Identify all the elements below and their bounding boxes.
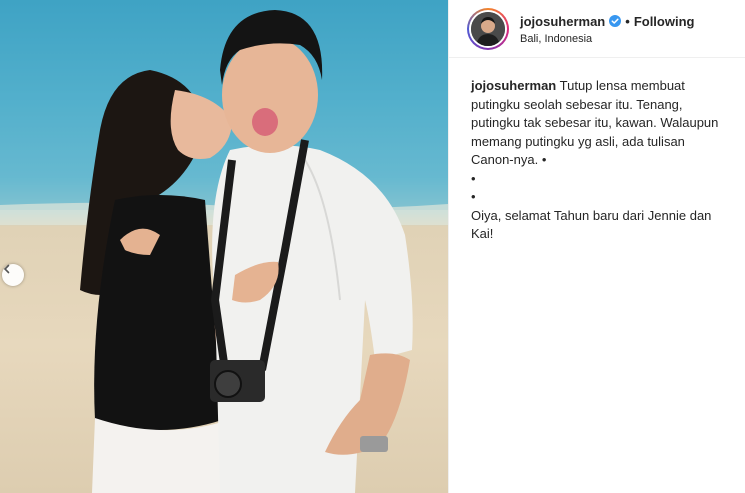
caption-line-7: Oiya, selamat Tahun baru dari Jennie dan	[471, 207, 712, 223]
caption-text: Tutup lensa membuat	[559, 78, 685, 93]
photo-illustration	[0, 0, 448, 493]
post-header: jojosuherman • Following Bali, Indonesia	[449, 0, 745, 58]
caption-username[interactable]: jojosuherman	[471, 78, 556, 93]
avatar-image	[471, 11, 505, 46]
caption-line-6: •	[471, 189, 476, 204]
post-side-panel: jojosuherman • Following Bali, Indonesia…	[448, 0, 745, 493]
caption-line-4: Canon-nya. •	[471, 152, 547, 167]
caption-line-8: Kai!	[471, 226, 494, 241]
caption-line-3: memang putingku yg asli, ada tulisan	[471, 133, 685, 149]
avatar[interactable]	[467, 7, 509, 50]
caption-line-1: putingku seolah sebesar itu. Tenang,	[471, 96, 683, 112]
caption-line-5: •	[471, 170, 476, 186]
chevron-left-icon	[3, 264, 10, 274]
header-separator: •	[625, 13, 630, 29]
post-photo[interactable]	[0, 0, 448, 493]
location-link[interactable]: Bali, Indonesia	[520, 33, 694, 45]
username-link[interactable]: jojosuherman	[520, 13, 605, 30]
caption-line-0: jojosuherman Tutup lensa membuat	[471, 77, 721, 96]
verified-badge-icon	[609, 15, 622, 27]
following-button[interactable]: Following	[634, 13, 695, 30]
post-caption: jojosuherman Tutup lensa membuat putingk…	[449, 58, 739, 244]
caption-line-2: putingku tak sebesar itu, kawan. Walaupu…	[471, 115, 719, 130]
carousel-prev-button[interactable]	[2, 264, 24, 286]
